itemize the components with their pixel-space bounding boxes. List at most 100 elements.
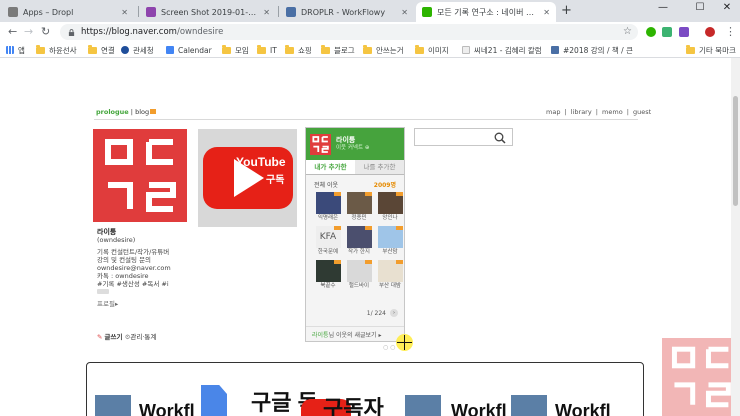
minimize-icon[interactable]: —: [652, 2, 674, 13]
avatar[interactable]: [705, 27, 715, 37]
neighbor-item[interactable]: KFA 한국문예: [314, 226, 342, 256]
bookmark-folder[interactable]: IT: [257, 44, 277, 56]
neighbor-item[interactable]: 헐드바이: [345, 260, 373, 290]
neighbor-item[interactable]: 익명래은: [314, 192, 342, 222]
blog-search-input[interactable]: [414, 128, 513, 146]
address-bar[interactable]: https://blog.naver.com/owndesire ☆: [60, 24, 638, 40]
tab-added-me[interactable]: 나를 추가한: [355, 160, 404, 174]
pencil-icon: ✎: [97, 333, 103, 341]
youtube-text: YouTube: [236, 155, 286, 169]
neighbor-item[interactable]: 정종민: [345, 192, 373, 222]
bookmark-label: 하윤선사: [49, 45, 77, 55]
map-link[interactable]: map: [546, 108, 560, 116]
reload-icon[interactable]: ↻: [41, 25, 50, 38]
neighbor-item[interactable]: 부산 대밤: [376, 260, 404, 290]
widget-page-dots[interactable]: ○ ○: [383, 344, 395, 351]
tab-apps-droplr[interactable]: Apps – Dropl ✕: [2, 2, 134, 22]
bookmark-label: 앱: [18, 45, 25, 55]
forward-icon[interactable]: →: [24, 25, 33, 38]
neighbor-avatar: [377, 192, 403, 214]
neighbor-item[interactable]: 부산맘: [376, 226, 404, 256]
prologue-link[interactable]: prologue: [96, 108, 129, 116]
all-neighbors-label[interactable]: 전체 이웃: [314, 180, 338, 189]
profile-logo[interactable]: [93, 129, 187, 222]
bookmark-label: #2018 강의 / 책 / 큰: [563, 45, 633, 55]
neighbor-item[interactable]: 북끝수: [314, 260, 342, 290]
profile-line: owndesire@naver.com: [97, 264, 171, 272]
bookmark-folder[interactable]: 이미지: [415, 44, 449, 56]
back-icon[interactable]: ←: [8, 25, 17, 38]
page-scrollbar[interactable]: [731, 58, 740, 416]
workflowy-thumb-icon: [405, 395, 441, 416]
neighbor-grid: 익명래은 정종민 앙인나 KFA 한국문예 작가 한지 부산맘 북끝수 헐드바이 …: [306, 189, 404, 290]
next-page-icon[interactable]: ›: [390, 309, 398, 317]
youtube-subscribe-banner[interactable]: YouTube 구독: [198, 129, 297, 227]
tab-title: DROPLR - WorkFlowy: [301, 7, 386, 17]
neighbor-item[interactable]: 작가 한지: [345, 226, 373, 256]
tab-workflowy[interactable]: DROPLR - WorkFlowy ✕: [280, 2, 414, 22]
evernote-extension-icon[interactable]: [646, 27, 656, 37]
neighbor-avatar: [346, 192, 372, 214]
profile-line: 카톡 : owndesire: [97, 272, 149, 280]
bookmark-folder[interactable]: 하윤선사: [36, 44, 77, 56]
bookmark-folder[interactable]: 쇼핑: [285, 44, 312, 56]
neighbor-widget-header: 라이틍 이웃 커넥트 ⊕: [306, 128, 404, 160]
bookmark-site[interactable]: 관세청: [121, 44, 154, 56]
bookmark-star-icon[interactable]: ☆: [623, 26, 632, 37]
neighbor-pagination: 1/ 224 ›: [306, 309, 404, 317]
neighbor-avatar: [377, 260, 403, 282]
tab-separator: [138, 6, 139, 17]
close-tab-icon[interactable]: ✕: [121, 8, 128, 17]
extension-icon[interactable]: [679, 27, 689, 37]
bookmark-label: 쇼핑: [298, 45, 312, 55]
bookmark-folder[interactable]: 안쓰는거: [363, 44, 404, 56]
profile-info: 라이틍 (owndesire) 기록 컨설턴트/작가/유튜버 강의 및 컨설팅 …: [97, 228, 197, 308]
bookmark-folder[interactable]: 블로그: [321, 44, 355, 56]
workflowy-thumb-icon: [95, 395, 131, 416]
tab-screenshot[interactable]: Screen Shot 2019-01-15 at 22.0 ✕: [140, 2, 276, 22]
write-post-link[interactable]: 글쓰기: [105, 333, 123, 341]
post-thumbnail-strip[interactable]: Workfl 구글 독 구독자 Workfl Workfl: [86, 362, 644, 416]
close-window-icon[interactable]: ✕: [716, 2, 738, 13]
new-tab-button[interactable]: +: [561, 3, 572, 18]
library-link[interactable]: library: [571, 108, 592, 116]
neighbor-avatar: [377, 226, 403, 248]
admin-stats-link[interactable]: 관리·통계: [130, 333, 156, 341]
plus-circle-icon[interactable]: ⊕: [365, 145, 370, 151]
bookmark-calendar[interactable]: Calendar: [166, 44, 212, 56]
tab-title: 모든 기록 연구소 : 네이버 블로그: [437, 7, 540, 17]
folder-icon: [321, 44, 330, 54]
scrollbar-thumb[interactable]: [733, 96, 738, 206]
bookmark-page[interactable]: #2018 강의 / 책 / 큰: [551, 44, 655, 56]
guest-link[interactable]: guest: [633, 108, 651, 116]
mdgr-logo-icon: [105, 139, 176, 212]
memo-link[interactable]: memo: [602, 108, 623, 116]
floating-logo[interactable]: [662, 338, 740, 416]
close-tab-icon[interactable]: ✕: [263, 8, 270, 17]
page-indicator: 1/ 224: [366, 310, 386, 317]
bookmark-folder[interactable]: 연결: [88, 44, 115, 56]
bookmark-folder[interactable]: 모임: [222, 44, 249, 56]
close-tab-icon[interactable]: ✕: [543, 8, 550, 17]
blog-link[interactable]: blog: [135, 108, 149, 116]
search-icon[interactable]: [494, 132, 506, 144]
bookmark-other[interactable]: 기타 북마크: [686, 44, 736, 56]
close-tab-icon[interactable]: ✕: [401, 8, 408, 17]
subscribe-text: 구독: [266, 175, 285, 186]
bookmark-page[interactable]: 씨네21 - 김혜리 칼럼: [462, 44, 548, 56]
bookmarks-bar: 앱 하윤선사 연결 관세청 Calendar 모임 IT 쇼핑 블로그 안쓰는거…: [0, 42, 740, 58]
maximize-icon[interactable]: ☐: [689, 2, 711, 13]
neighbor-footer[interactable]: 라이틍님 이웃의 새글보기 ▸: [306, 326, 404, 339]
extension-icon[interactable]: [662, 27, 672, 37]
neighbor-item[interactable]: 앙인나: [376, 192, 404, 222]
chrome-menu-icon[interactable]: ⋮: [725, 25, 736, 38]
profile-link[interactable]: 프로필▸: [97, 300, 197, 308]
bookmark-apps[interactable]: 앱: [6, 44, 25, 56]
url-host: https://blog.naver.com: [81, 27, 177, 37]
folder-icon: [36, 44, 45, 54]
mdgr-mini-logo-icon: [310, 133, 331, 155]
tab-naver-blog[interactable]: 모든 기록 연구소 : 네이버 블로그 ✕: [416, 2, 556, 22]
tab-separator: [278, 6, 279, 17]
tab-strip: Apps – Dropl ✕ Screen Shot 2019-01-15 at…: [0, 0, 740, 22]
tab-added-by-me[interactable]: 내가 추가한: [306, 160, 355, 174]
